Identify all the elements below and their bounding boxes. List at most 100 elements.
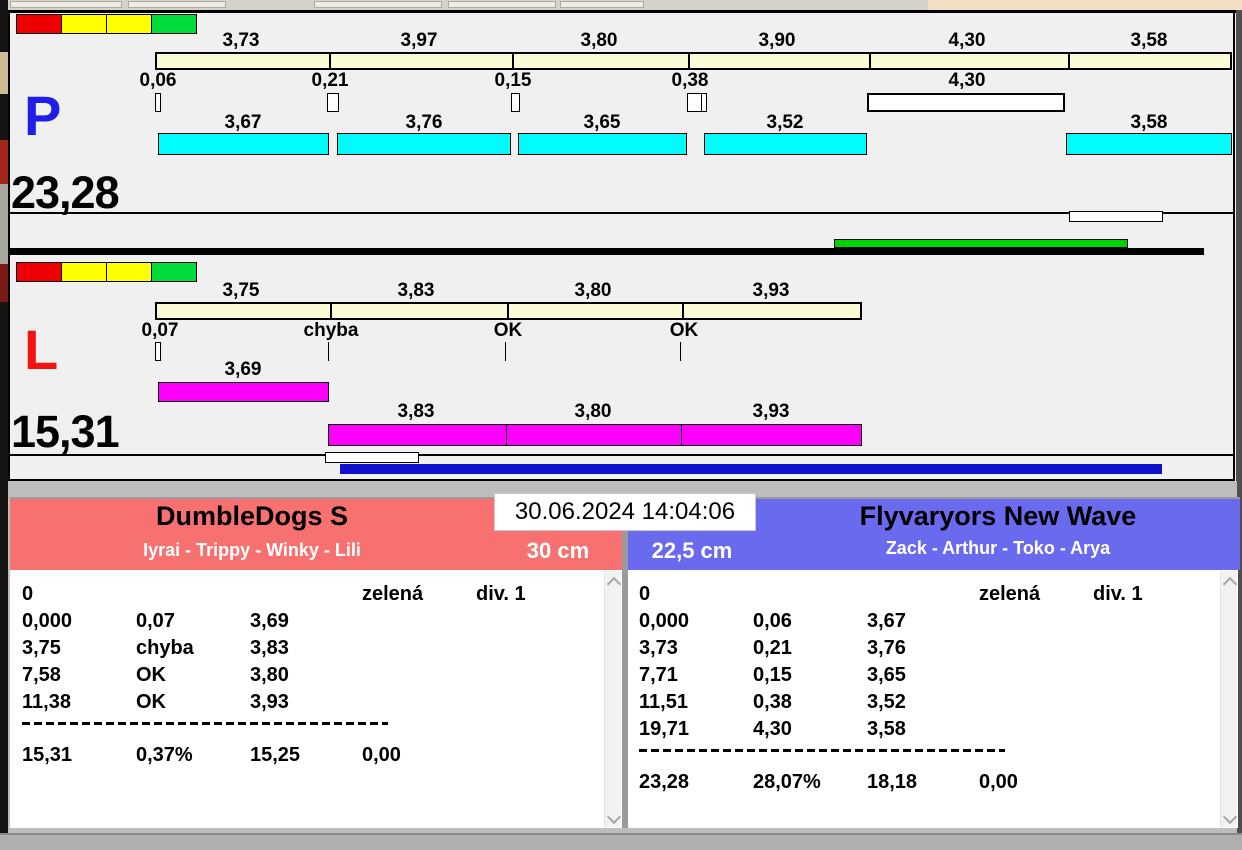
light-status: zelená	[362, 581, 476, 608]
table-row: 0,0000,073,69	[22, 608, 362, 635]
strip-segment	[448, 1, 556, 8]
p-leg-bar	[1066, 133, 1232, 155]
l-finish-bar-blue	[340, 464, 1162, 474]
l-split-box	[155, 342, 161, 361]
l-baseline	[10, 454, 1233, 456]
p-finish-bar-green	[834, 239, 1128, 248]
strip-segment	[128, 1, 226, 8]
p-big-split-label: 4,30	[907, 71, 1027, 90]
team-left-dogs: Iyrai - Trippy - Winky - Lili	[10, 539, 494, 561]
p-segment-time: 4,30	[907, 31, 1027, 50]
p-leg-time: 3,52	[725, 113, 845, 132]
p-segment-time: 3,58	[1089, 31, 1209, 50]
p-split-box	[327, 93, 339, 112]
l-segment-time: 3,80	[533, 281, 653, 300]
strip-segment	[560, 1, 644, 8]
team-right-scrollbar[interactable]	[1220, 571, 1237, 827]
light-status: zelená	[979, 581, 1093, 608]
table-row: 19,714,303,58	[639, 716, 979, 743]
timing-app-window: 3,73 3,97 3,80 3,90 4,30 3,58 0,06 0,21 …	[0, 0, 1242, 850]
p-split-box	[511, 93, 520, 112]
table-row: 7,58OK3,80	[22, 662, 362, 689]
l-leg-time: 3,83	[356, 402, 476, 421]
team-right-summary-row: 23,2828,07%18,180,00	[639, 769, 1093, 796]
team-right-info-row: 0 zelená div. 1	[639, 581, 1143, 608]
l-total-time: 15,31	[11, 409, 119, 454]
section-divider-thick	[10, 248, 1204, 255]
traffic-light-green	[151, 262, 197, 282]
l-segment-time: 3,83	[356, 281, 476, 300]
p-start-split: 0,21	[290, 71, 370, 90]
traffic-light-yellow2	[106, 14, 152, 34]
p-leg-bar	[704, 133, 867, 155]
division: div. 1	[1093, 581, 1143, 608]
l-segment-time: 3,75	[181, 281, 301, 300]
p-leg-time: 3,76	[364, 113, 484, 132]
team-left-summary-row: 15,310,37%15,250,00	[22, 742, 476, 769]
window-top-border	[8, 10, 1242, 13]
p-leg-time: 3,58	[1089, 113, 1209, 132]
background-window-left-sliver	[0, 0, 8, 850]
p-leg-time: 3,65	[542, 113, 662, 132]
l-segment-time: 3,93	[711, 281, 831, 300]
bottom-strip	[0, 833, 1242, 850]
strip-segment	[314, 1, 442, 8]
traffic-light-yellow1	[61, 14, 107, 34]
p-segment-bar	[155, 52, 1232, 70]
table-row: 11,38OK3,93	[22, 689, 362, 716]
team-left-jump-height: 30 cm	[494, 539, 622, 563]
team-right-name: Flyvaryors New Wave	[756, 501, 1240, 531]
l-leg-time: 3,80	[533, 402, 653, 421]
l-leg-bar-group	[328, 424, 862, 446]
table-row: 3,75chyba3,83	[22, 635, 362, 662]
l-first-leg-bar	[158, 382, 329, 402]
p-segment-time: 3,80	[539, 31, 659, 50]
table-separator	[22, 722, 388, 725]
p-leg-time: 3,67	[183, 113, 303, 132]
l-finish-marker-box	[325, 452, 419, 463]
traffic-light-red	[16, 262, 62, 282]
table-row: 3,730,213,76	[639, 635, 979, 662]
p-leg-bar	[337, 133, 511, 155]
table-row: 0,0000,063,67	[639, 608, 979, 635]
traffic-light-yellow1	[61, 262, 107, 282]
traffic-light-yellow2	[106, 262, 152, 282]
p-start-split: 0,15	[473, 71, 553, 90]
team-right-dogs: Zack - Arthur - Toko - Arya	[756, 537, 1240, 559]
datetime-display: 30.06.2024 14:04:06	[494, 493, 756, 531]
strip-tan-area	[928, 0, 1242, 10]
p-segment-time: 3,90	[717, 31, 837, 50]
traffic-light-p	[17, 14, 197, 34]
team-left-name: DumbleDogs S	[10, 501, 494, 531]
p-segment-time: 3,97	[359, 31, 479, 50]
left-sliver-fragment	[0, 264, 8, 302]
start-value: 0	[639, 581, 979, 608]
background-window-top-strip	[8, 0, 1242, 10]
l-segment-bar	[155, 302, 862, 320]
p-leg-bar	[518, 133, 687, 155]
l-leg-time: 3,93	[711, 402, 831, 421]
traffic-light-l	[17, 262, 197, 282]
p-segment-time: 3,73	[181, 31, 301, 50]
p-baseline	[10, 212, 1233, 214]
left-sliver-fragment	[0, 184, 8, 264]
l-start-split: chyba	[286, 321, 376, 340]
table-separator	[639, 749, 1005, 752]
team-left-scrollbar[interactable]	[604, 571, 621, 827]
strip-segment	[10, 1, 122, 8]
section-right-border	[1233, 13, 1235, 481]
p-split-box	[155, 93, 161, 112]
left-sliver-fragment	[0, 52, 8, 94]
p-start-split: 0,06	[118, 71, 198, 90]
l-first-leg-time: 3,69	[183, 360, 303, 379]
l-start-split: 0,07	[115, 321, 205, 340]
table-row: 11,510,383,52	[639, 689, 979, 716]
p-big-split-bar	[867, 93, 1065, 112]
traffic-light-red	[16, 14, 62, 34]
p-split-box	[687, 93, 707, 112]
l-split-tick	[680, 342, 681, 361]
lane-p-label: P	[24, 88, 61, 144]
lane-l-label: L	[24, 322, 58, 378]
division: div. 1	[476, 581, 526, 608]
team-right-jump-height: 22,5 cm	[628, 539, 756, 563]
